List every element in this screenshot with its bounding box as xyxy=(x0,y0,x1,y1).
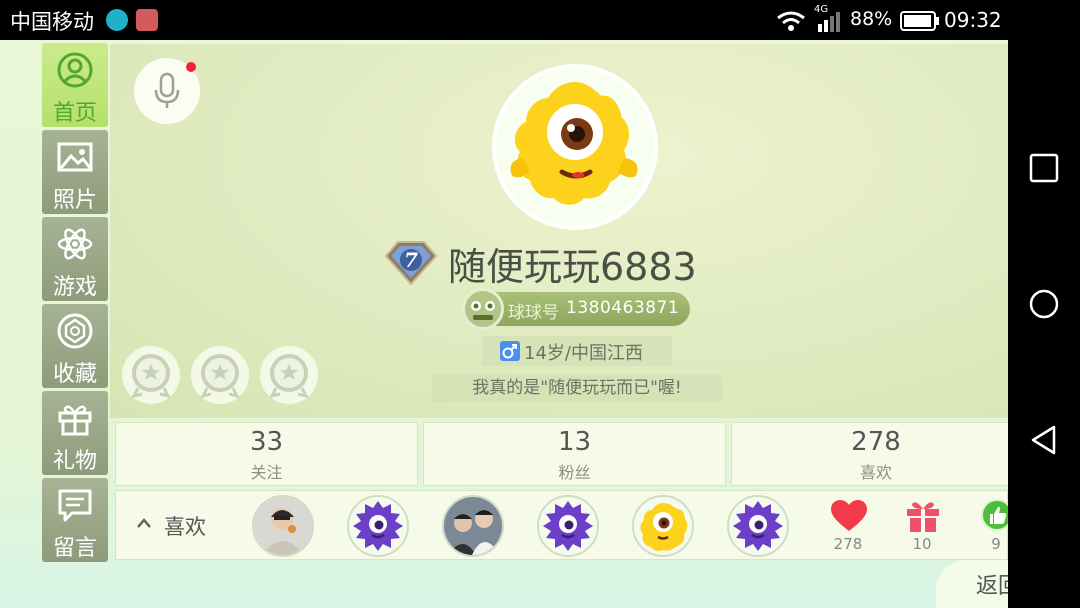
medal-slot[interactable] xyxy=(260,346,318,404)
wifi-icon xyxy=(777,11,805,31)
avatar[interactable] xyxy=(492,64,658,230)
battery-icon xyxy=(900,11,939,31)
sidebar-item-home[interactable]: 首页 xyxy=(42,43,108,127)
liker-avatar[interactable] xyxy=(727,495,789,557)
system-nav-bar xyxy=(1008,40,1080,608)
male-icon xyxy=(500,341,520,361)
likes-count-value: 278 xyxy=(833,535,863,553)
atom-icon xyxy=(57,228,93,260)
likes-row: 喜欢 278 10 9 xyxy=(115,490,1008,560)
sidebar-item-favorites[interactable]: 收藏 xyxy=(42,304,108,388)
sidebar-item-label: 游戏 xyxy=(52,275,97,300)
gift-icon xyxy=(907,502,939,532)
sidebar: 首页 照片 游戏 收藏 礼物 留言 xyxy=(42,43,108,565)
liker-avatar[interactable] xyxy=(537,495,599,557)
stat-value: 278 xyxy=(851,427,901,457)
age-location: 14岁/中国江西 xyxy=(482,336,672,366)
stat-fans[interactable]: 13 粉丝 xyxy=(423,422,726,486)
age-location-text: 14岁/中国江西 xyxy=(524,343,643,364)
username-row: 7 随便玩玩6883 xyxy=(380,236,780,289)
signature: 我真的是"随便玩玩而已"喔! xyxy=(432,374,722,402)
sidebar-item-label: 照片 xyxy=(52,188,97,213)
person-icon xyxy=(57,52,93,88)
qiu-id-badge: 球球号 1380463871 xyxy=(462,288,690,330)
sidebar-item-label: 礼物 xyxy=(52,449,97,474)
purple-monster-icon xyxy=(539,497,597,555)
purple-monster-icon xyxy=(349,497,407,555)
back-button-label: 返回 xyxy=(976,574,1008,599)
medal-slot[interactable] xyxy=(122,346,180,404)
sidebar-item-messages[interactable]: 留言 xyxy=(42,478,108,562)
timer-app-icon xyxy=(106,9,128,31)
thumbs-count-value: 9 xyxy=(991,535,1001,553)
thumbs-count[interactable]: 9 xyxy=(972,499,1008,559)
stat-likes[interactable]: 278 喜欢 xyxy=(731,422,1008,486)
liker-avatar[interactable] xyxy=(252,495,314,557)
microphone-icon xyxy=(154,72,180,108)
stat-label: 粉丝 xyxy=(558,463,591,482)
thumbs-up-icon xyxy=(981,499,1008,531)
gifts-count-value: 10 xyxy=(912,535,932,553)
qiu-id-label: 球球号 xyxy=(508,303,559,323)
likes-count[interactable]: 278 xyxy=(824,499,872,559)
photo-icon xyxy=(57,142,93,172)
home-icon[interactable] xyxy=(1028,288,1060,320)
gift-icon xyxy=(58,405,92,436)
app-window: 首页 照片 游戏 收藏 礼物 留言 7 随便玩玩6883 球球号 1380463… xyxy=(0,40,1008,608)
liker-avatar[interactable] xyxy=(442,495,504,557)
purple-monster-icon xyxy=(729,497,787,555)
gifts-count[interactable]: 10 xyxy=(898,499,946,559)
yellow-monster-icon xyxy=(510,82,638,205)
sidebar-item-games[interactable]: 游戏 xyxy=(42,217,108,301)
gem-icon xyxy=(57,313,93,349)
stat-value: 33 xyxy=(249,427,284,457)
medal-icon xyxy=(269,354,309,399)
sidebar-item-label: 收藏 xyxy=(52,362,97,387)
qiu-mascot-icon xyxy=(462,288,504,330)
yellow-monster-icon xyxy=(634,497,692,555)
stat-label: 喜欢 xyxy=(859,463,892,482)
user-photo xyxy=(254,497,312,555)
medal-icon xyxy=(200,354,240,399)
signal-icon xyxy=(818,12,840,32)
sidebar-item-gifts[interactable]: 礼物 xyxy=(42,391,108,475)
medal-icon xyxy=(131,354,171,399)
back-button[interactable]: 返回 xyxy=(936,560,1008,608)
sidebar-item-photos[interactable]: 照片 xyxy=(42,130,108,214)
stat-label: 关注 xyxy=(250,463,283,482)
sidebar-item-label: 首页 xyxy=(52,101,97,126)
liker-avatar[interactable] xyxy=(632,495,694,557)
qiu-id-number: 1380463871 xyxy=(566,298,680,318)
stat-value: 13 xyxy=(557,427,592,457)
user-photo xyxy=(444,497,502,555)
sidebar-item-label: 留言 xyxy=(52,536,97,561)
status-bar: 中国移动 4G 88% 09:32 xyxy=(0,0,1080,40)
back-icon[interactable] xyxy=(1028,424,1060,456)
heart-icon xyxy=(831,500,867,531)
medal-slot[interactable] xyxy=(191,346,249,404)
voice-button[interactable] xyxy=(134,58,200,124)
stat-following[interactable]: 33 关注 xyxy=(115,422,418,486)
app-notification-icon xyxy=(136,9,158,31)
profile-header: 7 随便玩玩6883 球球号 1380463871 14岁/中国江西 我真的是"… xyxy=(110,44,1008,418)
username: 随便玩玩6883 xyxy=(448,245,697,289)
recents-icon[interactable] xyxy=(1028,152,1060,184)
message-icon xyxy=(58,489,92,522)
notification-dot xyxy=(186,62,196,72)
likes-toggle-label: 喜欢 xyxy=(164,515,206,539)
carrier-name: 中国移动 xyxy=(10,10,94,34)
battery-percent: 88% xyxy=(850,8,893,30)
chevron-up-icon xyxy=(137,518,151,528)
liker-avatar[interactable] xyxy=(347,495,409,557)
level-number: 7 xyxy=(404,248,418,272)
clock: 09:32 xyxy=(944,8,1002,32)
